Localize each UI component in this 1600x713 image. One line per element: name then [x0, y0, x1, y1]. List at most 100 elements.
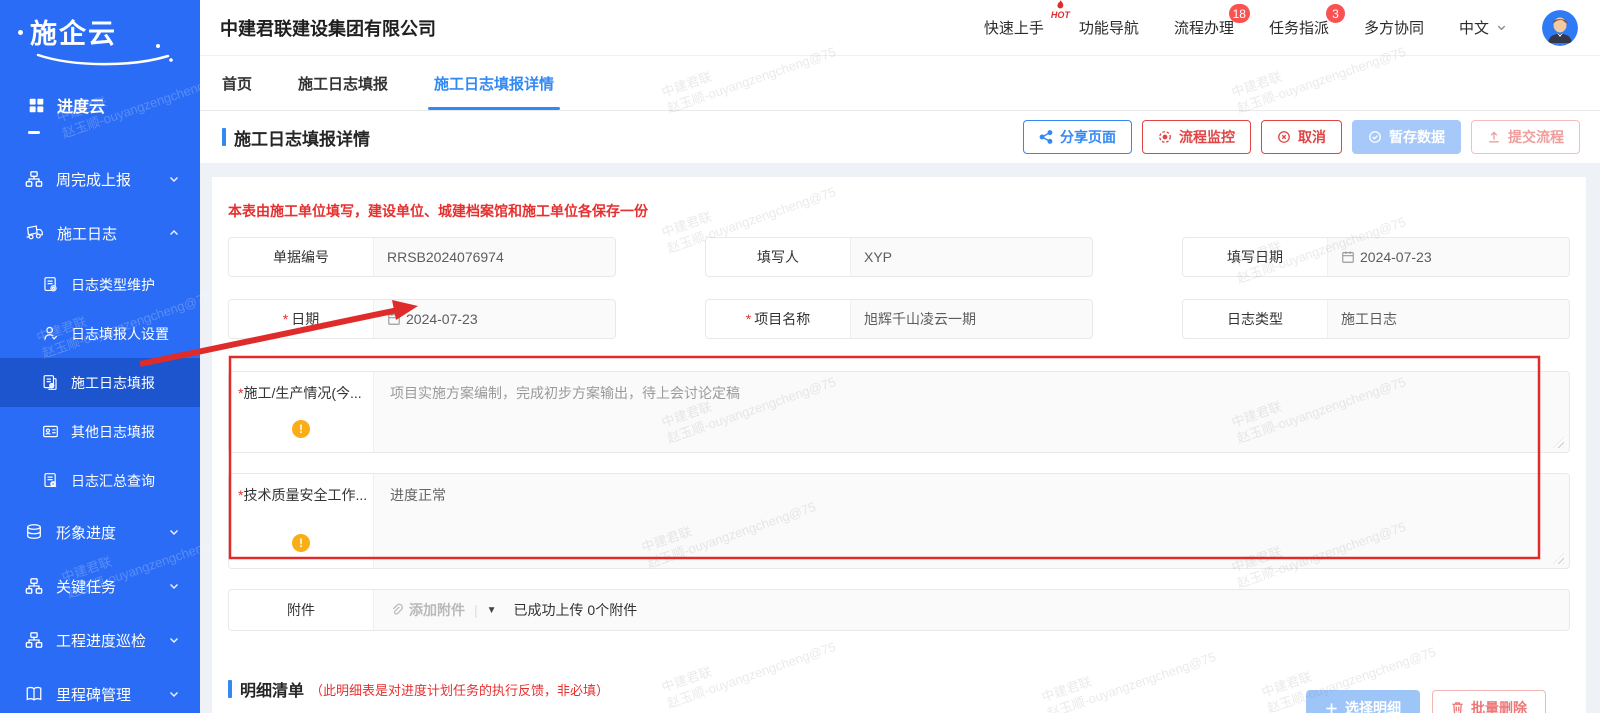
company-title: 中建君联建设集团有限公司: [220, 15, 436, 41]
id-card-icon: [42, 423, 59, 440]
sidebar-item-image-progress[interactable]: 形象进度: [0, 505, 200, 559]
bill-no-value: RRSB2024076974: [374, 238, 615, 276]
submit-process-button[interactable]: 提交流程: [1471, 120, 1580, 154]
database-icon: [25, 523, 43, 541]
doc-copy-icon: [42, 374, 59, 391]
sidebar: 施企云 进度云 周完成上报: [0, 0, 200, 713]
attachment-dropdown-caret[interactable]: ▼: [487, 605, 497, 616]
project-name-value[interactable]: 旭辉千山凌云一期: [851, 300, 1092, 338]
form-row-2: *日期 2024-07-23 *项目名称 旭辉千山凌云一期 日志类型 施工日志: [228, 299, 1570, 339]
app-logo[interactable]: 施企云: [0, 0, 200, 67]
sidebar-item-label: 关键任务: [56, 576, 116, 597]
paperclip-icon: [390, 603, 404, 617]
upload-status: 已成功上传 0个附件: [514, 600, 638, 620]
fill-date-field: 填写日期 2024-07-23: [1182, 237, 1570, 277]
sidebar-menu: 周完成上报 施工日志 日志类型维护: [0, 152, 200, 713]
production-situation-value[interactable]: 项目实施方案编制，完成初步方案输出，待上会讨论定稿: [374, 372, 1569, 452]
section-title: 明细清单: [240, 677, 304, 701]
top-header: 中建君联建设集团有限公司 快速上手 HOT 功能导航 流程办理 18 任务指派 …: [200, 0, 1600, 56]
user-avatar[interactable]: [1542, 10, 1578, 46]
select-detail-button[interactable]: 选择明细: [1306, 690, 1420, 713]
batch-delete-button[interactable]: 批量删除: [1432, 690, 1546, 713]
tab-bar: 首页 施工日志填报 施工日志填报详情: [200, 56, 1600, 111]
sidebar-item-label: 施工日志: [57, 223, 117, 244]
calendar-icon: [387, 312, 401, 326]
process-monitor-button[interactable]: 流程监控: [1142, 120, 1251, 154]
chevron-up-icon: [168, 227, 180, 239]
sidebar-item-milestone-management[interactable]: 里程碑管理: [0, 667, 200, 713]
sidebar-item-label: 施工日志填报: [71, 373, 155, 393]
truck-icon: [25, 224, 44, 242]
field-label: 单据编号: [229, 238, 374, 276]
sitemap-icon: [25, 577, 43, 595]
book-icon: [25, 685, 43, 703]
product-label: 进度云: [57, 93, 105, 117]
divider: |: [474, 602, 478, 618]
share-page-button[interactable]: 分享页面: [1023, 120, 1132, 154]
warning-badge-icon: !: [292, 534, 310, 552]
detail-actions: 选择明细 批量删除: [1306, 690, 1546, 713]
grid-icon: [28, 97, 45, 114]
sidebar-item-other-log-fill[interactable]: 其他日志填报: [0, 407, 200, 456]
tab-construction-log-fill[interactable]: 施工日志填报: [298, 56, 388, 110]
cancel-button[interactable]: 取消: [1261, 120, 1342, 154]
sidebar-item-label: 日志类型维护: [71, 275, 155, 295]
date-value[interactable]: 2024-07-23: [374, 300, 615, 338]
attachment-value: 添加附件 | ▼ 已成功上传 0个附件: [374, 590, 1569, 630]
tab-construction-log-detail[interactable]: 施工日志填报详情: [434, 56, 554, 110]
quality-safety-value[interactable]: 进度正常: [374, 474, 1569, 568]
user-check-icon: [42, 325, 59, 342]
cancel-circle-icon: [1277, 130, 1291, 144]
sidebar-item-log-type-maintenance[interactable]: 日志类型维护: [0, 260, 200, 309]
sidebar-item-label: 形象进度: [56, 522, 116, 543]
section-accent-bar: [228, 680, 232, 698]
sidebar-item-log-filler-setting[interactable]: 日志填报人设置: [0, 309, 200, 358]
date-field[interactable]: *日期 2024-07-23: [228, 299, 616, 339]
production-situation-field: *施工/生产情况(今... ! 项目实施方案编制，完成初步方案输出，待上会讨论定…: [228, 371, 1570, 453]
language-selector[interactable]: 中文: [1459, 17, 1507, 38]
nav-multi-party[interactable]: 多方协同: [1364, 17, 1424, 38]
field-label: *项目名称: [706, 300, 851, 338]
sidebar-item-construction-log[interactable]: 施工日志: [0, 206, 200, 260]
field-label: 填写人: [706, 238, 851, 276]
doc-search-icon: [42, 472, 59, 489]
field-label: 日志类型: [1183, 300, 1328, 338]
chevron-down-icon: [168, 580, 180, 592]
page-title-row: 施工日志填报详情 分享页面 流程监控: [200, 111, 1600, 163]
trash-icon: [1451, 701, 1464, 713]
header-nav: 快速上手 HOT 功能导航 流程办理 18 任务指派 3 多方协同: [984, 10, 1578, 46]
sidebar-product-switcher[interactable]: 进度云: [0, 93, 200, 117]
add-attachment-button[interactable]: 添加附件: [390, 600, 465, 620]
sidebar-item-key-tasks[interactable]: 关键任务: [0, 559, 200, 613]
log-type-field: 日志类型 施工日志: [1182, 299, 1570, 339]
sidebar-item-label: 周完成上报: [56, 169, 131, 190]
page-title: 施工日志填报详情: [234, 125, 370, 150]
sidebar-item-log-summary-query[interactable]: 日志汇总查询: [0, 456, 200, 505]
form-notice: 本表由施工单位填写，建设单位、城建档案馆和施工单位各保存一份: [228, 177, 1570, 221]
nav-quick-start[interactable]: 快速上手 HOT: [984, 17, 1044, 38]
warning-badge-icon: !: [292, 420, 310, 438]
nav-function-guide[interactable]: 功能导航: [1079, 17, 1139, 38]
nav-task-assignment[interactable]: 任务指派 3: [1269, 17, 1329, 38]
fill-date-value: 2024-07-23: [1328, 238, 1569, 276]
form-row-1: 单据编号 RRSB2024076974 填写人 XYP 填写日期 2024-07…: [228, 237, 1570, 277]
notification-badge: 18: [1229, 4, 1250, 23]
field-label: 附件: [229, 590, 374, 630]
log-type-value: 施工日志: [1328, 300, 1569, 338]
title-accent-bar: [222, 128, 226, 146]
sidebar-item-construction-log-fill[interactable]: 施工日志填报: [0, 358, 200, 407]
chevron-down-icon: [168, 634, 180, 646]
save-draft-button[interactable]: 暂存数据: [1352, 120, 1461, 154]
nav-process-handling[interactable]: 流程办理 18: [1174, 17, 1234, 38]
attachment-field: 附件 添加附件 | ▼ 已成功上传 0个附件: [228, 589, 1570, 631]
tab-home[interactable]: 首页: [222, 56, 252, 110]
app-window: 施企云 进度云 周完成上报: [0, 0, 1600, 713]
field-label: *技术质量安全工作... !: [229, 474, 374, 568]
project-name-field[interactable]: *项目名称 旭辉千山凌云一期: [705, 299, 1093, 339]
sidebar-item-label: 日志填报人设置: [71, 324, 169, 344]
check-circle-icon: [1368, 130, 1382, 144]
logo-text: 施企云: [30, 12, 200, 51]
sidebar-item-weekly-report[interactable]: 周完成上报: [0, 152, 200, 206]
sidebar-item-progress-inspection[interactable]: 工程进度巡检: [0, 613, 200, 667]
doc-gear-icon: [42, 276, 59, 293]
